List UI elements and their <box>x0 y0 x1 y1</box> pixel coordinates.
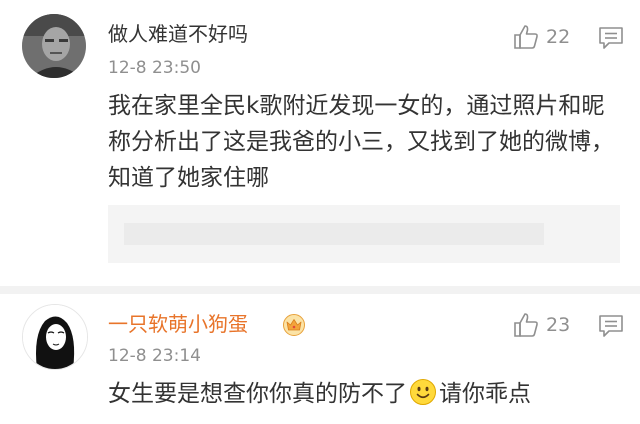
smiley-emoji <box>410 379 436 405</box>
comment-text-part: 女生要是想查你你真的防不了 <box>108 381 407 407</box>
thumbs-up-icon <box>514 313 538 337</box>
like-count: 23 <box>546 314 571 336</box>
comment-icon <box>599 315 623 337</box>
redacted-block <box>108 205 620 263</box>
comment-text: 女生要是想查你你真的防不了 请你乖点 <box>108 376 614 412</box>
comment-text-part: 请你乖点 <box>439 381 531 407</box>
username[interactable]: 做人难道不好吗 <box>108 22 248 46</box>
reply-button[interactable] <box>598 25 624 51</box>
comment-item: 做人难道不好吗 12-8 23:50 22 我在家里全民k歌附近发现一女的，通过… <box>0 0 640 286</box>
timestamp: 12-8 23:14 <box>108 346 201 366</box>
comment-item: 一只软萌小狗蛋 12-8 23:14 23 女生要是想查你你真的防不了 请你乖点 <box>0 294 640 424</box>
timestamp: 12-8 23:50 <box>108 58 201 78</box>
avatar[interactable] <box>22 14 86 78</box>
comment-text: 我在家里全民k歌附近发现一女的，通过照片和昵称分析出了这是我爸的小三，又找到了她… <box>108 93 614 191</box>
comment-feed: 做人难道不好吗 12-8 23:50 22 我在家里全民k歌附近发现一女的，通过… <box>0 0 640 424</box>
avatar[interactable] <box>22 304 88 370</box>
like-button[interactable]: 22 <box>512 22 570 52</box>
like-count: 22 <box>546 26 571 48</box>
thumbs-up-icon <box>514 25 538 49</box>
like-button[interactable]: 23 <box>512 310 570 340</box>
username[interactable]: 一只软萌小狗蛋 <box>108 312 248 336</box>
comment-icon <box>599 27 623 49</box>
vip-crown-icon <box>283 314 305 336</box>
reply-button[interactable] <box>598 313 624 339</box>
divider <box>0 286 640 294</box>
